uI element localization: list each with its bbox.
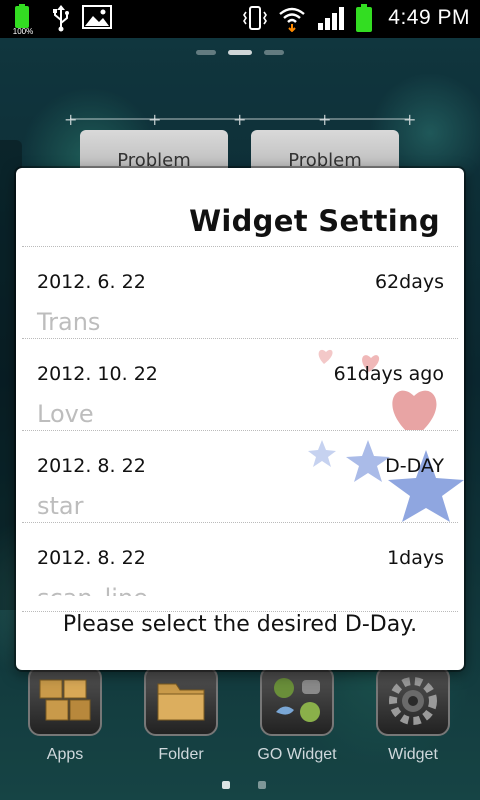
battery-full-notification-icon: 100% [6, 4, 40, 36]
grid-plus-icon: + [318, 110, 332, 129]
page-dot-active [222, 781, 230, 789]
item-name: star [37, 492, 84, 520]
item-count: D-DAY [385, 455, 444, 477]
dialog-instruction: Please select the desired D-Day. [62, 612, 418, 637]
vibrate-mode-icon [243, 6, 268, 30]
item-name: scan_line [37, 584, 148, 596]
page-dash [196, 50, 216, 55]
dialog-title: Widget Setting [189, 204, 440, 238]
page-dash [264, 50, 284, 55]
d-day-list[interactable]: 2012. 6. 22 62days Trans 2012. 10. 22 61… [16, 246, 464, 596]
wifi-icon [279, 7, 306, 32]
widget-setting-dialog: Widget Setting 2012. 6. 22 62days Trans … [16, 168, 464, 670]
item-date: 2012. 10. 22 [37, 363, 158, 385]
item-name: Love [37, 400, 94, 428]
page-indicator-top [196, 50, 284, 55]
item-date: 2012. 8. 22 [37, 547, 146, 569]
item-date: 2012. 8. 22 [37, 455, 146, 477]
dock-widget[interactable]: Widget [373, 666, 453, 764]
battery-icon [356, 4, 373, 32]
dock-label: Apps [46, 746, 84, 763]
usb-icon [53, 5, 69, 32]
page-dash-active [228, 50, 252, 55]
item-date: 2012. 6. 22 [37, 271, 146, 293]
battery-percent-label: 100% [12, 27, 34, 36]
page-dot [258, 781, 266, 789]
dock-apps[interactable]: Apps [25, 666, 105, 764]
list-item[interactable]: 2012. 8. 22 1days scan_line [16, 522, 464, 596]
grid-plus-icon: + [403, 110, 417, 129]
clock: 4:49 PM [388, 6, 470, 29]
list-item[interactable]: 2012. 6. 22 62days Trans [16, 246, 464, 338]
go-widget-icon [260, 666, 334, 736]
grid-plus-icon: + [148, 110, 162, 129]
dock-label: GO Widget [257, 746, 337, 763]
signal-strength-icon [318, 7, 345, 30]
folder-icon [144, 666, 218, 736]
item-count: 1days [387, 547, 444, 569]
widget-gear-icon [376, 666, 450, 736]
item-count: 62days [374, 271, 444, 293]
grid-plus-icon: + [233, 110, 247, 129]
gallery-image-icon [82, 5, 112, 29]
page-indicator-bottom [222, 781, 266, 789]
item-count: 61days ago [333, 363, 444, 385]
list-item[interactable]: 2012. 8. 22 D-DAY star [16, 430, 464, 522]
dock-folder[interactable]: Folder [141, 666, 221, 764]
dock-go-widget[interactable]: GO Widget [257, 666, 337, 764]
item-name: Trans [37, 308, 101, 336]
apps-box-icon [28, 666, 102, 736]
dock-label: Widget [388, 746, 438, 763]
dock-label: Folder [158, 746, 204, 763]
grid-plus-icon: + [64, 110, 78, 129]
list-item[interactable]: 2012. 10. 22 61days ago Love [16, 338, 464, 430]
status-bar: 100% 4:49 PM [0, 0, 480, 38]
